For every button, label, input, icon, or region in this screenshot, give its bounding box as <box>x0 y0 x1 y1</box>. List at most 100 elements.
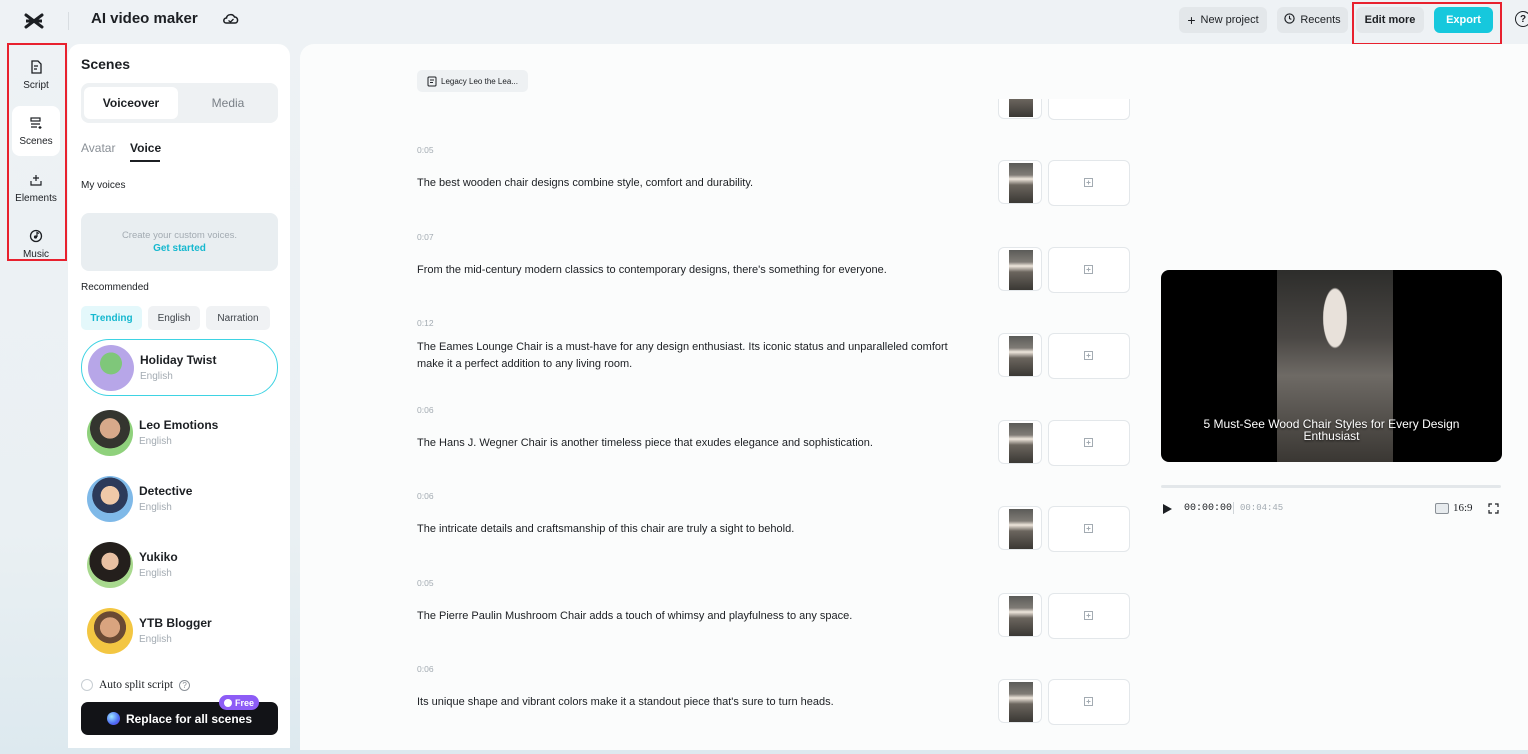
segment-voiceover[interactable]: Voiceover <box>84 87 178 119</box>
free-badge: Free <box>219 695 260 710</box>
voice-language: English <box>140 371 173 382</box>
scene-thumbnail[interactable] <box>998 246 1042 291</box>
voice-item-leo-emotions[interactable]: Leo Emotions English <box>81 405 278 462</box>
chip-trending[interactable]: Trending <box>81 306 142 330</box>
rail-item-elements[interactable]: Elements <box>12 163 60 213</box>
help-icon[interactable]: ? <box>1515 11 1528 27</box>
aspect-ratio-icon[interactable] <box>1435 503 1449 514</box>
scene-script-text[interactable]: From the mid-century modern classics to … <box>417 262 962 279</box>
avatar-image <box>1009 509 1033 549</box>
scene-duration: 0:12 <box>417 318 434 328</box>
aspect-ratio-label[interactable]: 16:9 <box>1453 502 1473 514</box>
scene-script-text[interactable]: The intricate details and craftsmanship … <box>417 521 962 538</box>
recommended-label: Recommended <box>81 282 149 293</box>
add-media-icon <box>1084 437 1093 447</box>
voice-language: English <box>139 436 172 447</box>
rail-item-music[interactable]: Music <box>12 219 60 269</box>
add-media-slot[interactable] <box>1048 592 1130 639</box>
avatar <box>88 345 134 391</box>
scene-thumbnail[interactable] <box>998 679 1042 723</box>
scene-script-text[interactable]: The Eames Lounge Chair is a must-have fo… <box>417 339 962 373</box>
music-icon <box>29 229 43 246</box>
free-badge-label: Free <box>235 697 255 708</box>
chip-english[interactable]: English <box>148 306 200 330</box>
voice-item-ytb-blogger[interactable]: YTB Blogger English <box>81 603 278 660</box>
avatar-image <box>1009 595 1033 636</box>
new-project-button[interactable]: + New project <box>1179 7 1267 33</box>
scene-script-text[interactable]: The best wooden chair designs combine st… <box>417 175 962 192</box>
scene-thumbnail[interactable] <box>998 333 1042 377</box>
clock-icon <box>224 698 232 707</box>
fullscreen-icon[interactable] <box>1488 503 1499 514</box>
tab-avatar[interactable]: Avatar <box>81 141 115 155</box>
rail-label-music: Music <box>22 248 50 260</box>
time-separator <box>1233 502 1234 514</box>
scene-script-text[interactable]: Its unique shape and vibrant colors make… <box>417 694 962 711</box>
edit-more-button[interactable]: Edit more <box>1356 7 1424 33</box>
elements-icon <box>29 173 43 190</box>
add-media-icon <box>1084 697 1093 706</box>
scene-duration: 0:06 <box>417 664 434 674</box>
scene-thumbnail[interactable] <box>998 99 1042 119</box>
add-media-slot[interactable] <box>1048 160 1130 206</box>
video-preview[interactable]: 5 Must-See Wood Chair Styles for Every D… <box>1161 270 1502 462</box>
add-media-icon <box>1084 178 1093 187</box>
capcut-logo-icon[interactable] <box>22 9 46 33</box>
scenes-panel: Scenes Voiceover Media Avatar Voice My v… <box>68 44 290 748</box>
recents-button[interactable]: Recents <box>1277 7 1348 33</box>
info-icon[interactable]: ? <box>179 679 191 691</box>
voice-item-holiday-twist[interactable]: Holiday Twist English <box>81 339 278 396</box>
rail-label-scenes: Scenes <box>19 135 53 147</box>
add-media-slot[interactable] <box>1048 419 1130 466</box>
replace-button-label: Replace for all scenes <box>125 711 253 726</box>
script-icon <box>29 59 43 77</box>
rail-item-scenes[interactable]: Scenes <box>12 106 60 156</box>
scene-thumbnail[interactable] <box>998 419 1042 464</box>
add-media-icon <box>1084 351 1093 360</box>
scenes-icon <box>29 116 43 133</box>
top-bar: AI video maker + New project Recents Edi… <box>0 0 1528 42</box>
auto-split-label: Auto split script <box>99 679 174 691</box>
avatar-image <box>1009 249 1033 290</box>
voice-name: Yukiko <box>139 550 178 564</box>
player-controls: 00:00:00 00:04:45 16:9 <box>1163 502 1501 516</box>
export-button[interactable]: Export <box>1434 7 1493 33</box>
plus-icon: + <box>1187 12 1196 28</box>
tab-voice[interactable]: Voice <box>130 141 161 155</box>
panel-title: Scenes <box>81 56 131 72</box>
avatar-image <box>1009 682 1033 722</box>
avatar <box>87 476 133 522</box>
scene-script-text[interactable]: The Pierre Paulin Mushroom Chair adds a … <box>417 608 962 625</box>
voice-name: Detective <box>139 484 193 498</box>
scene-script-text[interactable]: The Hans J. Wegner Chair is another time… <box>417 435 962 452</box>
add-media-slot[interactable] <box>1048 333 1130 379</box>
segment-media[interactable]: Media <box>181 87 275 119</box>
auto-split-radio[interactable] <box>81 679 93 691</box>
voice-item-yukiko[interactable]: Yukiko English <box>81 537 278 594</box>
add-media-slot[interactable] <box>1048 679 1130 725</box>
clock-icon <box>1284 13 1295 27</box>
scene-duration: 0:06 <box>417 491 434 501</box>
divider <box>68 12 69 30</box>
cloud-sync-icon[interactable] <box>222 11 242 31</box>
playback-progress-bar[interactable] <box>1161 485 1501 488</box>
add-media-slot[interactable] <box>1048 246 1130 293</box>
add-media-icon <box>1084 524 1093 533</box>
get-started-link[interactable]: Get started <box>81 243 278 254</box>
document-chip[interactable]: Legacy Leo the Lea... <box>417 70 528 92</box>
add-media-slot[interactable] <box>1048 506 1130 552</box>
media-slot[interactable] <box>1048 99 1130 120</box>
play-icon[interactable] <box>1163 504 1172 514</box>
recents-label: Recents <box>1300 14 1341 26</box>
avatar-image <box>1009 336 1033 376</box>
rail-item-script[interactable]: Script <box>12 50 60 100</box>
voice-item-detective[interactable]: Detective English <box>81 471 278 528</box>
auto-split-option[interactable]: Auto split script ? <box>81 679 191 691</box>
preview-caption: 5 Must-See Wood Chair Styles for Every D… <box>1203 417 1460 443</box>
scene-thumbnail[interactable] <box>998 160 1042 204</box>
scene-thumbnail[interactable] <box>998 506 1042 550</box>
voice-language: English <box>139 502 172 513</box>
scene-thumbnail[interactable] <box>998 592 1042 637</box>
custom-voice-card[interactable]: Create your custom voices. Get started <box>81 213 278 271</box>
chip-narration[interactable]: Narration <box>206 306 270 330</box>
